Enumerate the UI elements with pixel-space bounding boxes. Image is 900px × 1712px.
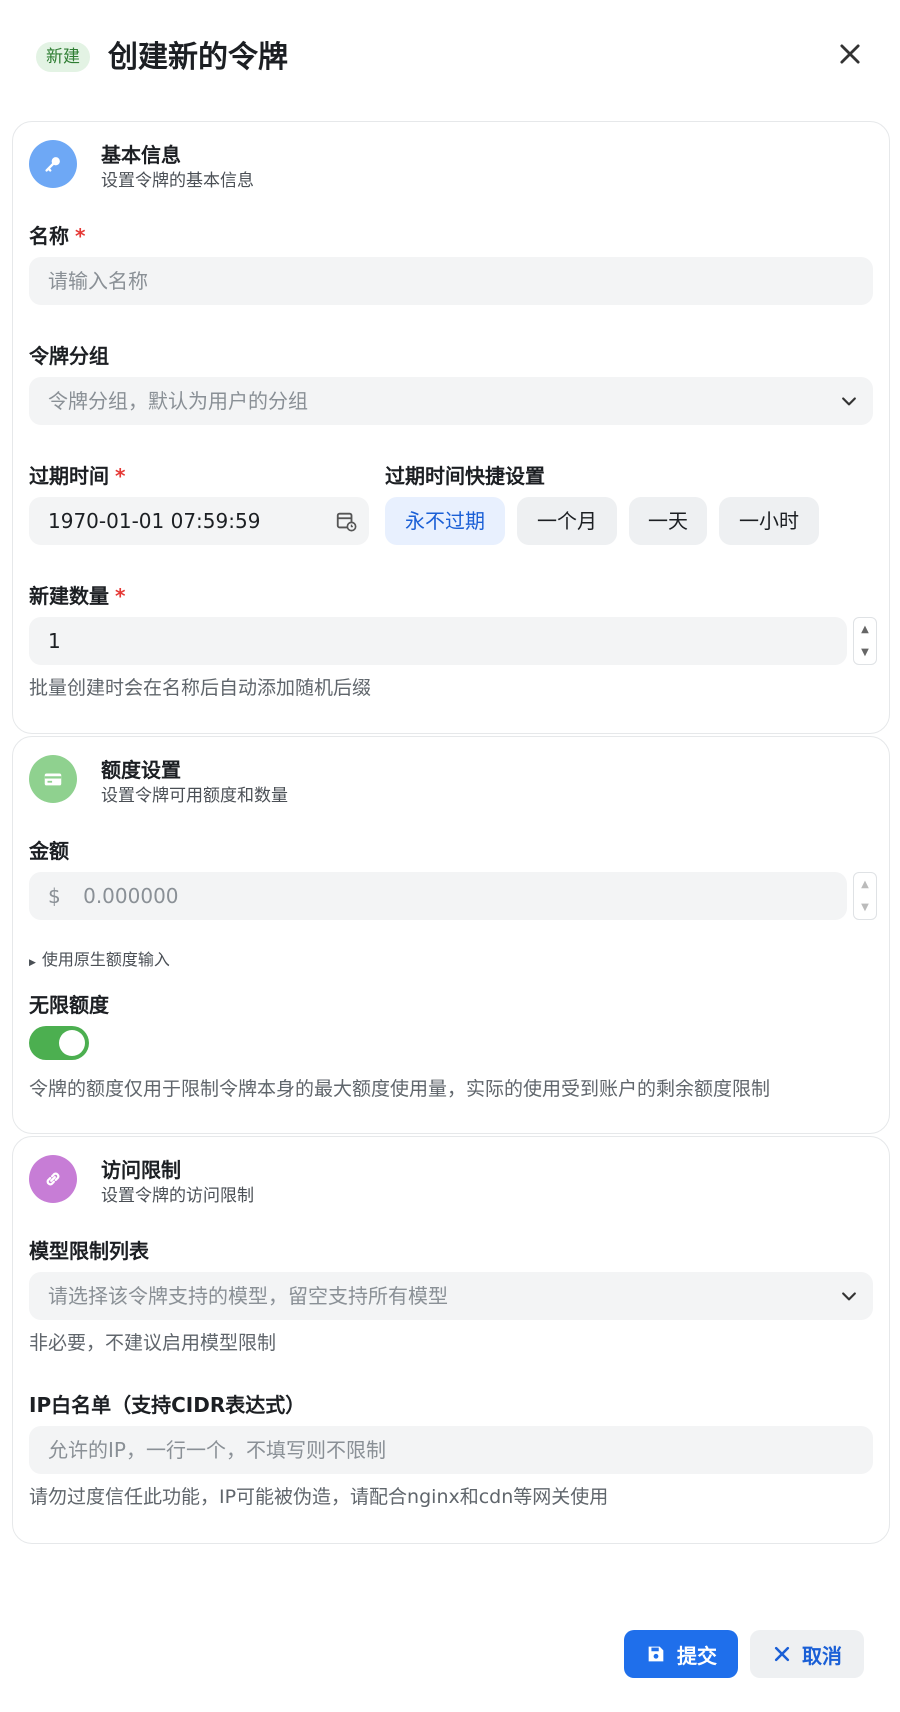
quick-expire-label: 过期时间快捷设置 — [385, 464, 545, 488]
group-select[interactable]: 令牌分组，默认为用户的分组 — [29, 377, 873, 425]
basic-info-title: 基本信息 — [101, 143, 181, 167]
link-icon — [29, 1155, 77, 1203]
count-help: 批量创建时会在名称后自动添加随机后缀 — [29, 677, 372, 699]
count-stepper[interactable]: ▲ ▼ — [853, 617, 877, 665]
unlimited-help: 令牌的额度仅用于限制令牌本身的最大额度使用量，实际的使用受到账户的剩余额度限制 — [29, 1078, 771, 1100]
calendar-clock-icon[interactable] — [335, 510, 357, 532]
expire-label: 过期时间 * — [29, 464, 126, 488]
expire-datetime-input[interactable]: 1970-01-01 07:59:59 — [29, 497, 369, 545]
name-input[interactable]: 请输入名称 — [29, 257, 873, 305]
close-icon[interactable] — [836, 40, 864, 68]
quick-expire-never[interactable]: 永不过期 — [385, 497, 505, 545]
cancel-button[interactable]: 取消 — [750, 1630, 864, 1678]
basic-info-card: 基本信息 设置令牌的基本信息 名称 * 请输入名称 令牌分组 令牌分组，默认为用户… — [12, 121, 890, 734]
quick-expire-hour[interactable]: 一小时 — [719, 497, 819, 545]
unlimited-switch[interactable] — [29, 1026, 89, 1060]
quota-title: 额度设置 — [101, 758, 181, 782]
group-label: 令牌分组 — [29, 344, 109, 368]
count-input[interactable]: 1 — [29, 617, 847, 665]
models-label: 模型限制列表 — [29, 1239, 149, 1263]
quota-card: 额度设置 设置令牌可用额度和数量 金额 $ 0.000000 ▲ ▼ ▶ 使用原生… — [12, 736, 890, 1134]
currency-symbol: $ — [48, 884, 61, 908]
new-badge: 新建 — [36, 42, 90, 72]
access-card: 访问限制 设置令牌的访问限制 模型限制列表 请选择该令牌支持的模型，留空支持所有… — [12, 1136, 890, 1544]
quick-expire-group: 永不过期 一个月 一天 一小时 — [385, 497, 819, 545]
quota-subtitle: 设置令牌可用额度和数量 — [101, 786, 288, 806]
raw-quota-toggle[interactable]: ▶ 使用原生额度输入 — [29, 946, 170, 970]
models-help: 非必要，不建议启用模型限制 — [29, 1332, 277, 1354]
stepper-down-icon[interactable]: ▼ — [854, 641, 876, 664]
models-select[interactable]: 请选择该令牌支持的模型，留空支持所有模型 — [29, 1272, 873, 1320]
basic-info-subtitle: 设置令牌的基本信息 — [101, 171, 254, 191]
unlimited-label: 无限额度 — [29, 993, 109, 1017]
name-label: 名称 * — [29, 224, 86, 248]
access-subtitle: 设置令牌的访问限制 — [101, 1186, 254, 1206]
modal-title: 创建新的令牌 — [108, 40, 288, 75]
quick-expire-day[interactable]: 一天 — [629, 497, 707, 545]
ip-label: IP白名单（支持CIDR表达式） — [29, 1393, 306, 1417]
close-icon — [774, 1646, 790, 1662]
caret-right-icon: ▶ — [29, 958, 36, 968]
modal-header: 新建 创建新的令牌 — [0, 0, 900, 118]
count-label: 新建数量 * — [29, 584, 126, 608]
save-icon — [648, 1646, 664, 1662]
access-title: 访问限制 — [101, 1158, 181, 1182]
stepper-up-icon[interactable]: ▲ — [854, 618, 876, 641]
submit-button[interactable]: 提交 — [624, 1630, 738, 1678]
key-icon — [29, 140, 77, 188]
stepper-down-icon[interactable]: ▼ — [854, 896, 876, 919]
credit-card-icon — [29, 755, 77, 803]
quick-expire-month[interactable]: 一个月 — [517, 497, 617, 545]
amount-stepper[interactable]: ▲ ▼ — [853, 872, 877, 920]
amount-label: 金额 — [29, 839, 69, 863]
stepper-up-icon[interactable]: ▲ — [854, 873, 876, 896]
chevron-down-icon — [842, 1292, 856, 1301]
amount-input[interactable]: $ 0.000000 — [29, 872, 847, 920]
ip-help: 请勿过度信任此功能，IP可能被伪造，请配合nginx和cdn等网关使用 — [29, 1486, 609, 1508]
ip-whitelist-input[interactable]: 允许的IP，一行一个，不填写则不限制 — [29, 1426, 873, 1474]
chevron-down-icon — [842, 397, 856, 406]
